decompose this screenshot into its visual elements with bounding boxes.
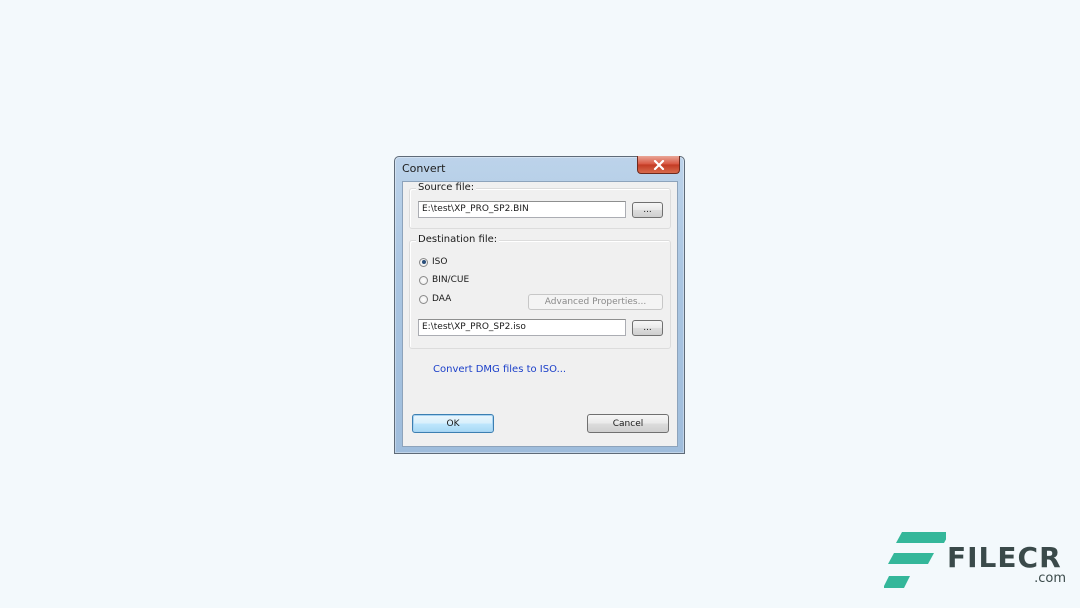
title-bar[interactable]: Convert — [395, 156, 684, 181]
radio-bin-cue-label: BIN/CUE — [432, 275, 470, 285]
filecr-watermark: FILECR .com — [883, 531, 1074, 591]
radio-bin-cue-button[interactable] — [419, 275, 428, 285]
filecr-brand-text: FILECR — [947, 541, 1062, 574]
radio-daa-label: DAA — [432, 294, 452, 304]
filecr-domain-text: .com — [1034, 571, 1066, 586]
ok-button[interactable]: OK — [412, 414, 494, 433]
radio-bin-cue[interactable]: BIN/CUE — [419, 275, 469, 285]
convert-dmg-link[interactable]: Convert DMG files to ISO... — [433, 364, 566, 375]
destination-file-input[interactable]: E:\test\XP_PRO_SP2.iso — [418, 319, 626, 336]
destination-file-label: Destination file: — [416, 234, 500, 245]
close-icon — [653, 159, 664, 170]
radio-iso-button[interactable] — [419, 257, 428, 267]
advanced-properties-button[interactable]: Advanced Properties... — [528, 294, 663, 310]
source-file-label: Source file: — [416, 182, 477, 193]
source-browse-button[interactable]: ... — [632, 202, 663, 218]
dialog-client-area: Source file: E:\test\XP_PRO_SP2.BIN ... … — [402, 181, 678, 447]
radio-daa-button[interactable] — [419, 294, 428, 304]
destination-browse-button[interactable]: ... — [632, 320, 663, 336]
dialog-title: Convert — [402, 162, 446, 175]
radio-daa[interactable]: DAA — [419, 294, 451, 304]
source-file-input[interactable]: E:\test\XP_PRO_SP2.BIN — [418, 201, 626, 218]
radio-iso[interactable]: ISO — [419, 257, 447, 267]
convert-dialog: Convert Source file: E:\test\XP_PRO_SP2.… — [394, 156, 685, 454]
close-button[interactable] — [637, 156, 680, 174]
filecr-logo-icon — [883, 532, 950, 588]
radio-iso-label: ISO — [432, 257, 448, 267]
cancel-button[interactable]: Cancel — [587, 414, 669, 433]
